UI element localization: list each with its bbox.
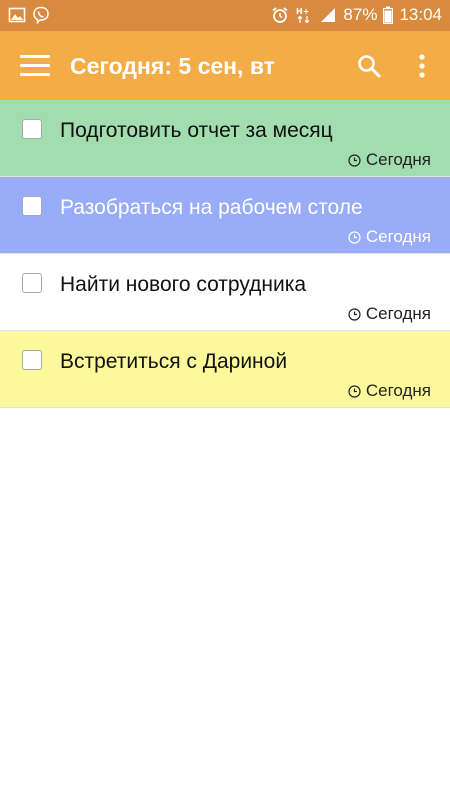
task-item[interactable]: Подготовить отчет за месяц Сегодня [0, 100, 450, 177]
page-title: Сегодня: 5 сен, вт [70, 53, 275, 79]
app-bar: Сегодня: 5 сен, вт [0, 31, 450, 100]
task-checkbox[interactable] [22, 273, 42, 293]
task-list: Подготовить отчет за месяц Сегодня Разоб… [0, 100, 450, 408]
task-title: Найти нового сотрудника [60, 273, 307, 296]
battery-icon [383, 6, 394, 24]
viber-icon [33, 6, 49, 24]
task-due-label: Сегодня [365, 227, 431, 246]
task-title: Подготовить отчет за месяц [60, 119, 333, 142]
task-checkbox[interactable] [22, 196, 42, 216]
task-checkbox[interactable] [22, 119, 42, 139]
task-due: Сегодня [348, 304, 431, 324]
status-bar-right: H+ 87% 13:04 [271, 5, 442, 25]
task-due-label: Сегодня [365, 150, 431, 169]
task-due-label: Сегодня [365, 304, 431, 323]
task-due-label: Сегодня [365, 381, 431, 400]
network-hplus-icon: H+ [296, 7, 310, 24]
task-title: Разобраться на рабочем столе [60, 196, 363, 219]
task-item[interactable]: Найти нового сотрудника Сегодня [0, 254, 450, 331]
task-item[interactable]: Встретиться с Дариной Сегодня [0, 331, 450, 408]
signal-icon [321, 8, 336, 22]
clock-icon [348, 230, 361, 244]
battery-percentage: 87% [343, 5, 378, 24]
task-checkbox[interactable] [22, 350, 42, 370]
clock-time: 13:04 [399, 5, 442, 24]
hamburger-menu-icon[interactable] [20, 55, 50, 77]
task-item[interactable]: Разобраться на рабочем столе Сегодня [0, 177, 450, 254]
task-title: Встретиться с Дариной [60, 350, 288, 373]
more-vert-icon[interactable] [410, 52, 434, 80]
task-due: Сегодня [348, 381, 431, 401]
clock-icon [348, 384, 361, 398]
status-bar-left [8, 6, 50, 24]
search-icon[interactable] [355, 52, 383, 80]
svg-text:H+: H+ [296, 7, 309, 16]
status-bar: H+ 87% 13:04 [0, 0, 450, 31]
clock-icon [348, 307, 361, 321]
image-icon [8, 7, 26, 23]
task-due: Сегодня [348, 150, 431, 170]
clock-icon [348, 153, 361, 167]
task-due: Сегодня [348, 227, 431, 247]
alarm-icon [272, 7, 288, 23]
